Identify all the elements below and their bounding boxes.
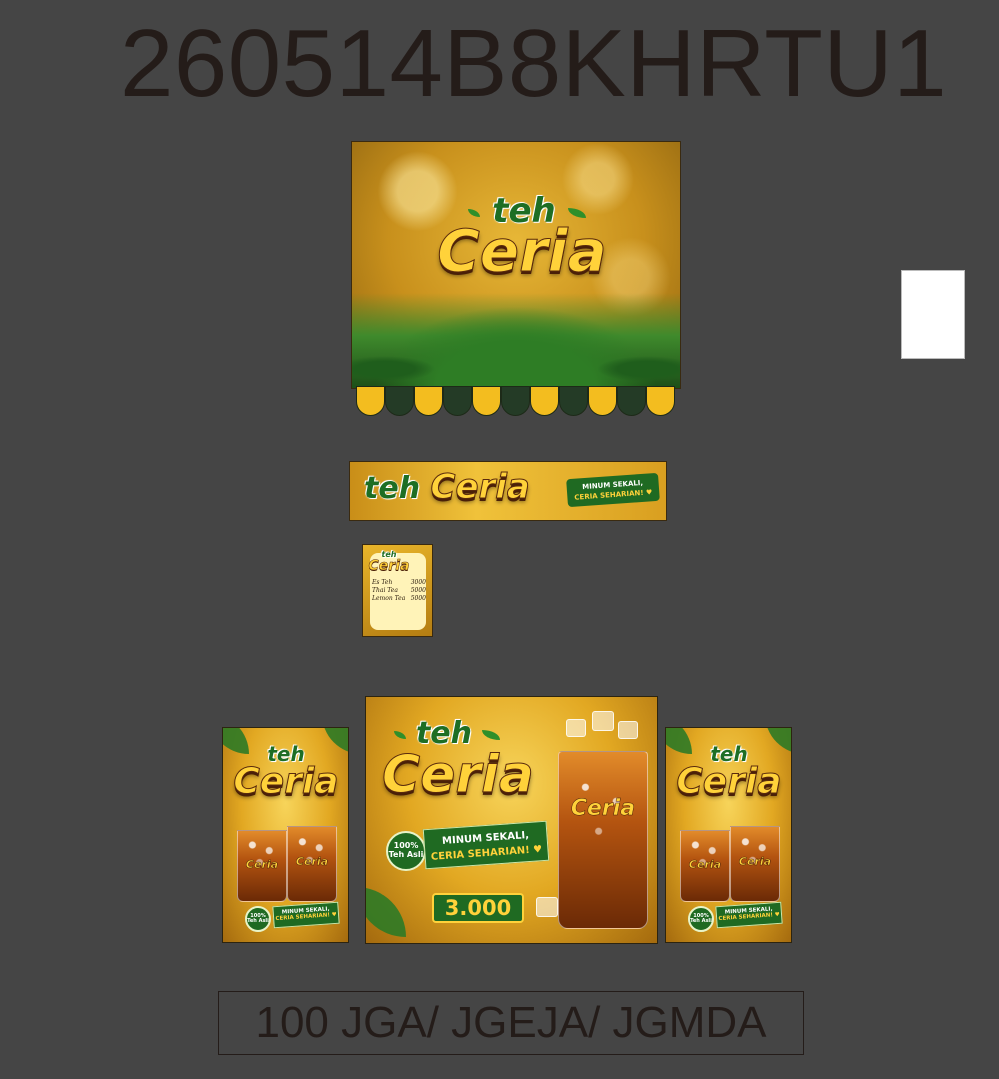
awning-scallop <box>646 386 675 416</box>
brand-logo: teh Ceria <box>432 194 612 285</box>
poster-logo-ceria: Ceria <box>676 761 782 802</box>
glass-logo: Ceria <box>295 855 329 869</box>
poster-slogan-tag: MINUM SEKALI, CERIA SEHARIAN! ♥ <box>272 901 340 929</box>
menu-logo: teh Ceria <box>367 551 411 574</box>
iced-tea-glass: Ceria <box>558 751 648 929</box>
badge-line-2: Teh Asli <box>247 918 269 924</box>
awning-sign: teh Ceria <box>351 141 681 389</box>
glass-logo: Ceria <box>738 855 772 869</box>
ice-cube <box>618 721 638 739</box>
side-poster-right: teh Ceria Ceria Ceria 100% Teh Asli MINU… <box>665 727 792 943</box>
menu-item: Lemon Tea 5000 <box>372 595 426 602</box>
awning-scallop <box>385 386 414 416</box>
leaf-icon <box>468 208 481 217</box>
badge-line-2: Teh Asli <box>690 918 712 924</box>
badge-line-2: Teh Asli <box>388 850 424 859</box>
menu-item-price: 5000 <box>410 595 426 602</box>
teh-asli-badge: 100% Teh Asli <box>245 906 271 932</box>
foliage-decoration <box>352 293 680 388</box>
tea-leaf-decoration <box>366 887 406 937</box>
iced-tea-glass: Ceria <box>237 830 287 902</box>
menu-item: Es Teh 3000 <box>372 579 426 586</box>
poster-logo: teh Ceria <box>231 744 341 800</box>
awning-scallop <box>501 386 530 416</box>
menu-item-name: Thai Tea <box>372 587 398 594</box>
teh-asli-badge: 100% Teh Asli <box>386 831 426 871</box>
ice-cube <box>566 719 586 737</box>
side-poster-left: teh Ceria Ceria Ceria 100% Teh Asli MINU… <box>222 727 349 943</box>
iced-tea-glass: Ceria <box>287 826 337 902</box>
logo-ceria-text: Ceria <box>437 217 608 285</box>
menu-item: Thai Tea 5000 <box>372 587 426 594</box>
ice-cube <box>592 711 614 731</box>
poster-slogan-tag: MINUM SEKALI, CERIA SEHARIAN! ♥ <box>715 901 783 929</box>
menu-item-price: 3000 <box>410 579 426 586</box>
banner-logo-ceria: Ceria <box>430 467 530 507</box>
awning-scallop <box>443 386 472 416</box>
ice-cube <box>536 897 558 917</box>
awning-scallop <box>588 386 617 416</box>
iced-tea-glass: Ceria <box>730 826 780 902</box>
horizontal-banner: teh Ceria MINUM SEKALI, CERIA SEHARIAN! … <box>349 461 667 521</box>
leaf-icon <box>393 730 406 739</box>
awning-scallop <box>356 386 385 416</box>
menu-logo-ceria: Ceria <box>368 558 410 574</box>
blank-placeholder <box>901 270 965 359</box>
iced-tea-glass: Ceria <box>680 830 730 902</box>
center-poster: teh Ceria Ceria 100% Teh Asli MINUM SEKA… <box>365 696 658 944</box>
awning-scallops <box>356 386 676 418</box>
poster-logo-ceria: Ceria <box>233 761 339 802</box>
awning-scallop <box>559 386 588 416</box>
order-summary-box: 100 JGA/ JGEJA/ JGMDA <box>218 991 804 1055</box>
awning-scallop <box>530 386 559 416</box>
menu-item-name: Es Teh <box>372 579 393 586</box>
price-tag: 3.000 <box>432 893 524 923</box>
awning-scallop <box>414 386 443 416</box>
poster-logo: teh Ceria <box>674 744 784 800</box>
banner-logo: teh Ceria <box>364 467 564 507</box>
banner-logo-teh: teh <box>364 471 421 506</box>
glass-logo: Ceria <box>570 796 636 822</box>
menu-item-price: 5000 <box>410 587 426 594</box>
poster-logo-ceria: Ceria <box>382 745 535 805</box>
poster-slogan-tag: MINUM SEKALI, CERIA SEHARIAN! ♥ <box>422 820 550 870</box>
teh-asli-badge: 100% Teh Asli <box>688 906 714 932</box>
poster-logo: teh Ceria <box>382 719 535 805</box>
menu-item-name: Lemon Tea <box>372 595 406 602</box>
awning-scallop <box>617 386 646 416</box>
menu-card: teh Ceria Es Teh 3000 Thai Tea 5000 Lemo… <box>362 544 433 637</box>
leaf-icon <box>567 207 586 218</box>
glass-logo: Ceria <box>688 857 722 871</box>
awning-scallop <box>472 386 501 416</box>
glass-logo: Ceria <box>245 857 279 871</box>
banner-slogan-tag: MINUM SEKALI, CERIA SEHARIAN! ♥ <box>566 472 660 508</box>
order-code: 260514B8KHRTU1 <box>120 10 948 117</box>
leaf-icon <box>482 729 501 740</box>
